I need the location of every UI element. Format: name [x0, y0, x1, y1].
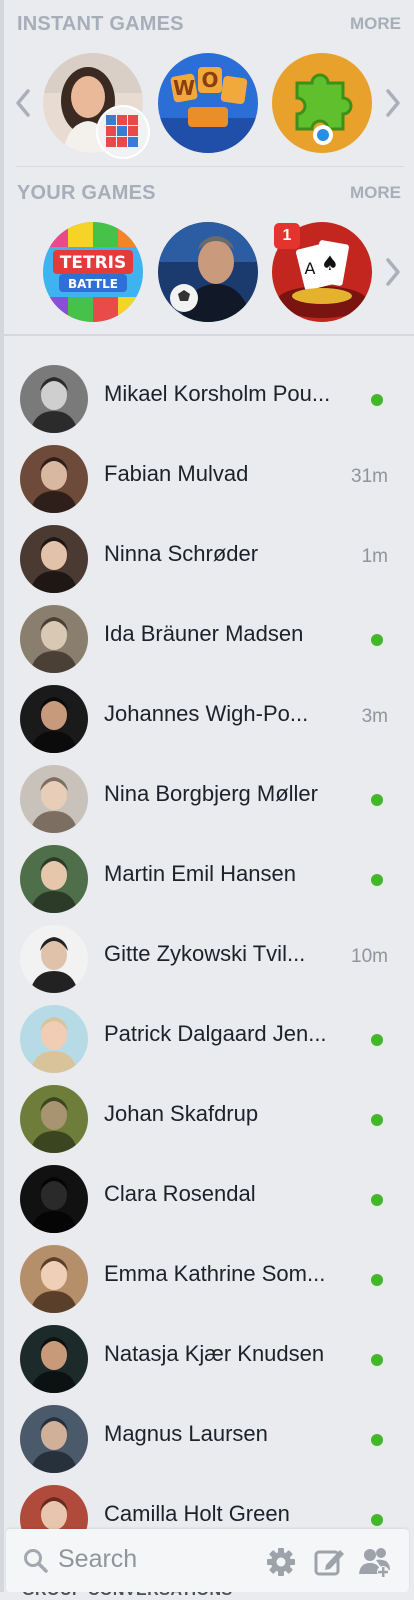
new-group-icon[interactable] — [358, 1545, 392, 1579]
contact-name: Fabian Mulvad — [104, 461, 249, 486]
game-football[interactable] — [158, 222, 258, 322]
avatar — [20, 1405, 88, 1473]
avatar — [20, 1325, 88, 1393]
online-status-indicator — [371, 1194, 383, 1206]
contact-name: Johan Skafdrup — [104, 1101, 259, 1126]
avatar — [20, 1245, 88, 1313]
online-status-indicator — [371, 1034, 383, 1046]
online-status-indicator — [371, 1434, 383, 1446]
search-icon — [24, 1549, 48, 1573]
instant-games-row: W O — [0, 52, 414, 159]
avatar — [20, 765, 88, 833]
contact-row[interactable]: Gitte Zykowski Tvil... 10m — [0, 922, 414, 1002]
online-status-indicator — [371, 794, 383, 806]
avatar — [20, 525, 88, 593]
contact-row[interactable]: Magnus Laursen — [0, 1402, 414, 1482]
your-games-more-link[interactable]: MORE — [350, 183, 401, 203]
your-games-header: YOUR GAMES MORE — [17, 178, 401, 208]
search-bar — [6, 1529, 409, 1592]
avatar — [20, 1085, 88, 1153]
svg-text:A: A — [305, 259, 316, 278]
contact-row[interactable]: Fabian Mulvad 31m — [0, 442, 414, 522]
contact-row[interactable]: Emma Kathrine Som... — [0, 1242, 414, 1322]
contact-list: Mikael Korsholm Pou... Fabian Mulvad 31m Ni… — [0, 362, 414, 1562]
contact-row[interactable]: Johannes Wigh-Po... 3m — [0, 682, 414, 762]
avatar — [20, 1165, 88, 1233]
contact-name: Magnus Laursen — [104, 1421, 268, 1446]
contact-row[interactable]: Clara Rosendal — [0, 1162, 414, 1242]
contact-name: Ida Bräuner Madsen — [104, 621, 304, 646]
avatar — [20, 365, 88, 433]
svg-text:♠: ♠ — [321, 251, 339, 275]
contact-row[interactable]: Ninna Schrøder 1m — [0, 522, 414, 602]
chevron-right-icon[interactable] — [382, 86, 404, 120]
instant-games-title: INSTANT GAMES — [17, 12, 184, 35]
contact-name: Emma Kathrine Som... — [104, 1261, 326, 1286]
contact-name: Clara Rosendal — [104, 1181, 256, 1206]
online-status-indicator — [371, 1514, 383, 1526]
blocks-game-icon — [96, 105, 150, 159]
online-status-indicator — [371, 634, 383, 646]
contact-name: Nina Borgbjerg Møller — [104, 781, 318, 806]
game-puzzle[interactable] — [272, 53, 372, 153]
contact-row[interactable]: Natasja Kjær Knudsen — [0, 1322, 414, 1402]
contact-name: Gitte Zykowski Tvil... — [104, 941, 306, 966]
compose-icon[interactable] — [312, 1545, 346, 1579]
search-input[interactable] — [58, 1543, 248, 1575]
chevron-left-icon[interactable] — [12, 86, 34, 120]
contact-name: Patrick Dalgaard Jen... — [104, 1021, 327, 1046]
online-status-indicator — [371, 1114, 383, 1126]
online-status-indicator — [371, 874, 383, 886]
svg-text:O: O — [201, 68, 218, 92]
gear-icon[interactable] — [264, 1545, 298, 1579]
online-status-indicator — [371, 394, 383, 406]
contact-row[interactable]: Mikael Korsholm Pou... — [0, 362, 414, 442]
contact-row[interactable]: Martin Emil Hansen — [0, 842, 414, 922]
svg-text:BATTLE: BATTLE — [68, 277, 118, 291]
avatar — [20, 925, 88, 993]
svg-text:W: W — [173, 76, 195, 100]
last-active-time: 1m — [361, 546, 388, 567]
contact-row[interactable]: Nina Borgbjerg Møller — [0, 762, 414, 842]
last-active-time: 31m — [351, 466, 388, 487]
avatar — [20, 845, 88, 913]
avatar — [20, 605, 88, 673]
last-active-time: 3m — [361, 706, 388, 727]
last-active-time: 10m — [351, 946, 388, 967]
your-games-row: TETRIS BATTLE ♠ A 1 — [0, 221, 414, 325]
game-words[interactable]: W O — [158, 53, 258, 153]
svg-text:TETRIS: TETRIS — [60, 253, 126, 273]
contact-name: Natasja Kjær Knudsen — [104, 1341, 325, 1366]
contact-name: Camilla Holt Green — [104, 1501, 290, 1526]
instant-games-header: INSTANT GAMES MORE — [17, 9, 401, 39]
avatar — [20, 685, 88, 753]
contact-name: Martin Emil Hansen — [104, 861, 296, 886]
contact-row[interactable]: Patrick Dalgaard Jen... — [0, 1002, 414, 1082]
online-status-indicator — [371, 1354, 383, 1366]
notification-badge: 1 — [274, 223, 300, 249]
your-games-title: YOUR GAMES — [17, 181, 156, 204]
games-contacts-divider — [4, 334, 414, 336]
contact-name: Ninna Schrøder — [104, 541, 259, 566]
avatar — [20, 445, 88, 513]
instant-games-more-link[interactable]: MORE — [350, 14, 401, 34]
game-tetris-battle[interactable]: TETRIS BATTLE — [43, 222, 143, 322]
contact-row[interactable]: Ida Bräuner Madsen — [0, 602, 414, 682]
contact-row[interactable]: Johan Skafdrup — [0, 1082, 414, 1162]
section-divider — [16, 166, 404, 167]
contact-name: Mikael Korsholm Pou... — [104, 381, 331, 406]
online-status-indicator — [371, 1274, 383, 1286]
contact-name: Johannes Wigh-Po... — [104, 701, 309, 726]
avatar — [20, 1005, 88, 1073]
chevron-right-icon[interactable] — [382, 255, 404, 289]
